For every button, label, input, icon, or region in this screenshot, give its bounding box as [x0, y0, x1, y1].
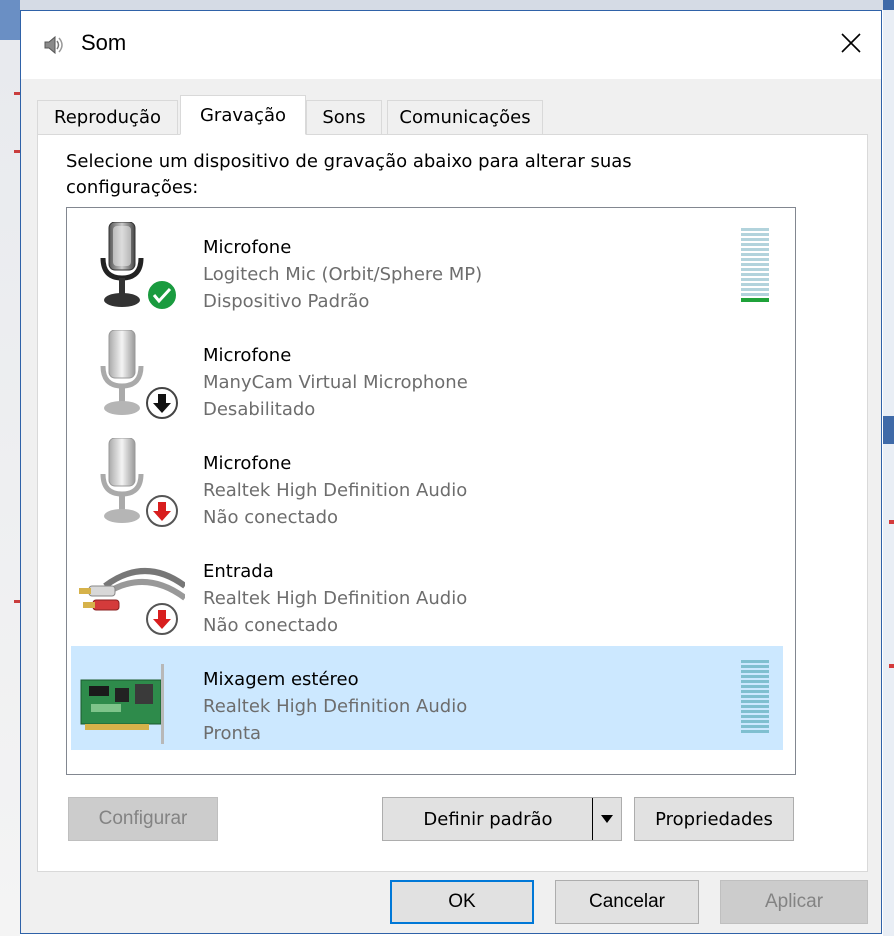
set-default-dropdown[interactable]: [592, 798, 621, 840]
device-description: Realtek High Definition Audio: [203, 588, 468, 609]
level-meter: [741, 228, 769, 304]
device-name: Mixagem estéreo: [203, 669, 359, 690]
recording-device-list[interactable]: Microfone Logitech Mic (Orbit/Sphere MP)…: [66, 207, 796, 775]
level-meter: [741, 660, 769, 735]
list-item[interactable]: Microfone Realtek High Definition Audio …: [71, 430, 783, 534]
list-item[interactable]: Entrada Realtek High Definition Audio Nã…: [71, 538, 783, 642]
device-description: Realtek High Definition Audio: [203, 480, 468, 501]
desktop-background-right: [883, 0, 894, 936]
default-check-icon: [146, 279, 178, 311]
device-name: Microfone: [203, 237, 292, 258]
recording-tab-panel: Selecione um dispositivo de gravação aba…: [37, 134, 868, 872]
device-name: Microfone: [203, 345, 292, 366]
title-bar[interactable]: Som: [21, 11, 881, 79]
desktop-background-left: [0, 0, 20, 936]
device-description: Realtek High Definition Audio: [203, 696, 468, 717]
level-active-bar: [741, 298, 769, 302]
list-item[interactable]: Microfone Logitech Mic (Orbit/Sphere MP)…: [71, 214, 783, 318]
device-name: Entrada: [203, 561, 274, 582]
device-description: ManyCam Virtual Microphone: [203, 372, 468, 393]
configure-button[interactable]: Configurar: [68, 797, 218, 841]
tab-reproducao[interactable]: Reprodução: [37, 100, 178, 134]
button-label: Definir padrão: [423, 808, 553, 830]
instructions-text: Selecione um dispositivo de gravação aba…: [66, 151, 632, 198]
button-label: Configurar: [98, 808, 188, 829]
window-title: Som: [81, 30, 127, 55]
properties-button[interactable]: Propriedades: [634, 797, 794, 841]
button-label: Cancelar: [588, 891, 666, 912]
list-item[interactable]: Mixagem estéreo Realtek High Definition …: [71, 646, 783, 750]
desktop-background-top: [0, 0, 894, 10]
tab-comunicacoes[interactable]: Comunicações: [387, 100, 543, 134]
button-label: Propriedades: [655, 808, 773, 830]
set-default-button[interactable]: Definir padrão: [382, 797, 622, 841]
unplugged-arrow-icon: [146, 495, 178, 527]
tab-gravacao[interactable]: Gravação: [180, 95, 306, 135]
unplugged-arrow-icon: [146, 603, 178, 635]
button-label: Aplicar: [764, 891, 824, 912]
close-icon: [841, 33, 861, 53]
list-item[interactable]: Microfone ManyCam Virtual Microphone Des…: [71, 322, 783, 426]
tab-label: Reprodução: [54, 107, 161, 128]
tab-label: Comunicações: [399, 107, 531, 128]
disabled-arrow-icon: [146, 387, 178, 419]
speaker-icon: [44, 35, 63, 55]
apply-button[interactable]: Aplicar: [720, 880, 868, 924]
device-status: Desabilitado: [203, 399, 316, 420]
device-status: Não conectado: [203, 615, 339, 636]
sound-dialog: Som Reprodução Gravação Sons Comunicaçõe…: [20, 10, 882, 934]
device-status: Não conectado: [203, 507, 339, 528]
close-button[interactable]: [821, 11, 881, 75]
cancel-button[interactable]: Cancelar: [555, 880, 699, 924]
tab-sons[interactable]: Sons: [306, 100, 382, 134]
device-status: Pronta: [203, 723, 262, 744]
chevron-down-icon: [601, 815, 613, 823]
device-name: Microfone: [203, 453, 292, 474]
ok-button[interactable]: OK: [390, 880, 534, 924]
device-status: Dispositivo Padrão: [203, 291, 370, 312]
device-description: Logitech Mic (Orbit/Sphere MP): [203, 264, 483, 285]
button-label: OK: [448, 891, 476, 912]
tab-label: Gravação: [199, 104, 286, 126]
tab-label: Sons: [322, 107, 366, 128]
sound-card-icon: [80, 664, 164, 744]
